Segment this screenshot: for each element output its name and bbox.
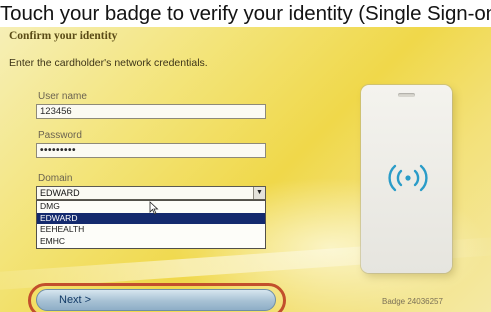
next-button[interactable]: Next > (36, 289, 276, 311)
domain-select[interactable]: EDWARD ▼ (36, 186, 266, 200)
contactless-icon (388, 164, 428, 192)
password-label: Password (38, 130, 82, 141)
mouse-cursor-icon (149, 201, 159, 215)
domain-option-eehealth[interactable]: EEHEALTH (37, 224, 265, 236)
chevron-down-icon[interactable]: ▼ (253, 187, 265, 199)
badge-card (361, 85, 452, 273)
domain-label: Domain (38, 173, 73, 184)
dialog-instruction: Enter the cardholder's network credentia… (9, 57, 208, 69)
domain-option-emhc[interactable]: EMHC (37, 236, 265, 248)
dialog-title: Confirm your identity (9, 30, 118, 42)
card-slot (398, 93, 415, 97)
badge-id-text: Badge 24036257 (382, 297, 443, 306)
username-field[interactable]: 123456 (36, 104, 266, 119)
instruction-caption: Touch your badge to verify your identity… (0, 0, 491, 27)
password-field[interactable]: ••••••••• (36, 143, 266, 158)
domain-select-value: EDWARD (40, 188, 80, 198)
username-label: User name (38, 91, 87, 102)
login-screen: Confirm your identity Enter the cardhold… (0, 27, 491, 312)
